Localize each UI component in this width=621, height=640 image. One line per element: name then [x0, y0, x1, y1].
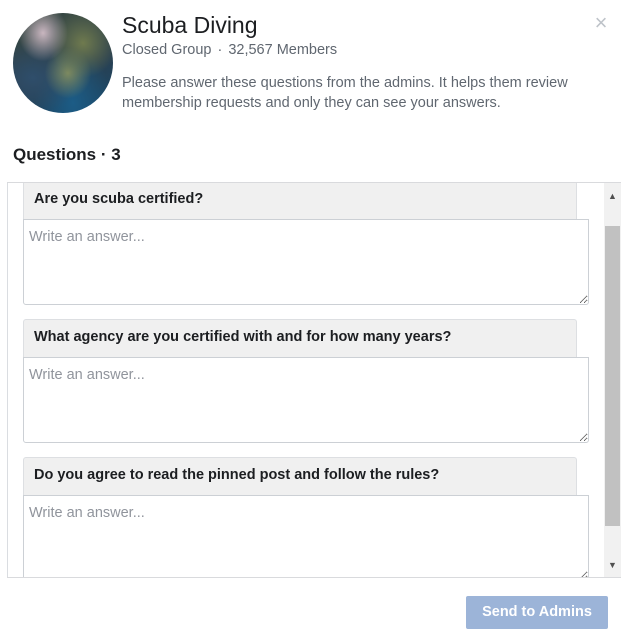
question-label: Are you scuba certified? [23, 183, 577, 219]
dialog-description: Please answer these questions from the a… [122, 75, 568, 111]
send-to-admins-button[interactable]: Send to Admins [466, 596, 608, 629]
question-label: Do you agree to read the pinned post and… [23, 457, 577, 495]
questions-scroll-area[interactable]: Are you scuba certified? What agency are… [7, 182, 621, 578]
dialog-header: Scuba Diving Closed Group · 32,567 Members… [0, 0, 621, 135]
answer-field[interactable] [23, 495, 589, 577]
group-privacy: Closed Group [122, 42, 212, 58]
dialog-footer: Send to Admins [0, 578, 621, 640]
scroll-area-divider [7, 183, 8, 577]
close-icon[interactable]: × [592, 12, 610, 34]
questions-heading: Questions · 3 [13, 145, 121, 164]
scroll-up-arrow-icon[interactable]: ▲ [604, 188, 621, 205]
group-member-count: 32,567 Members [228, 42, 338, 58]
vertical-scrollbar[interactable]: ▲ ▼ [604, 183, 621, 577]
answer-field[interactable] [23, 219, 589, 305]
question-item: Do you agree to read the pinned post and… [23, 457, 589, 577]
group-name: Scuba Diving [122, 12, 258, 38]
group-avatar [13, 13, 113, 113]
group-meta: Closed Group · 32,567 Members [122, 42, 337, 58]
question-label: What agency are you certified with and f… [23, 319, 577, 357]
scrollbar-thumb[interactable] [605, 226, 620, 526]
question-item: What agency are you certified with and f… [23, 319, 589, 443]
answer-field[interactable] [23, 357, 589, 443]
questions-list: Are you scuba certified? What agency are… [23, 183, 589, 577]
meta-separator: · [217, 42, 223, 58]
scroll-down-arrow-icon[interactable]: ▼ [604, 557, 621, 574]
question-item: Are you scuba certified? [23, 183, 589, 305]
